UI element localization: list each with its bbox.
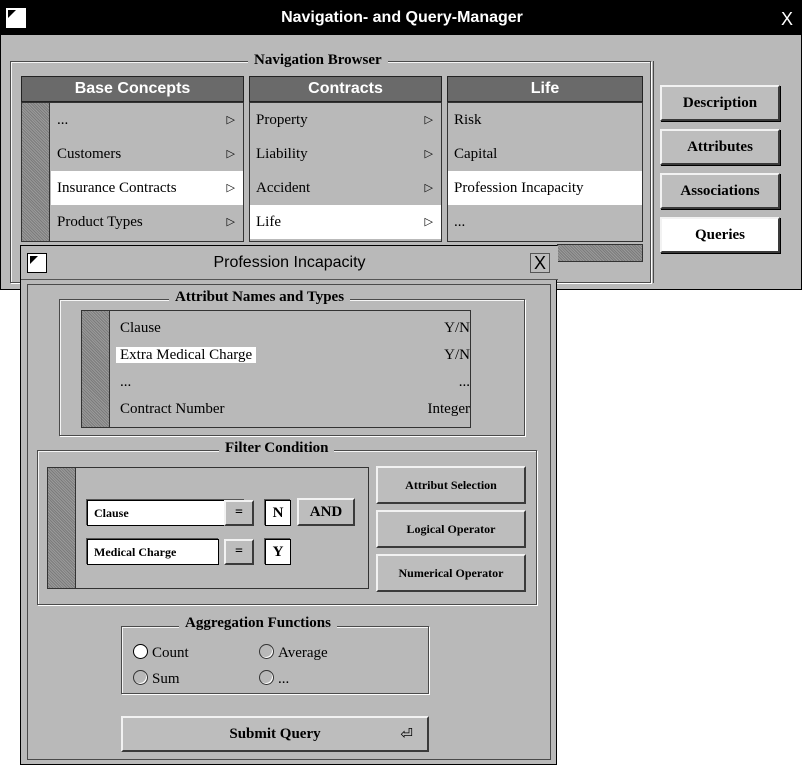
column-header-base-concepts: Base Concepts	[21, 76, 244, 102]
main-close-icon[interactable]: X	[781, 9, 799, 29]
associations-button[interactable]: Associations	[660, 173, 780, 209]
and-connector-button[interactable]: AND	[297, 498, 355, 526]
average-radio[interactable]: Average	[259, 644, 328, 662]
list-item[interactable]: Product Types ▷	[51, 205, 243, 239]
description-button[interactable]: Description	[660, 85, 780, 121]
aggregation-functions-label: Aggregation Functions	[179, 615, 337, 632]
list-item[interactable]: Property ▷	[250, 103, 441, 137]
radio-selected-icon	[133, 644, 148, 659]
window-menu-icon[interactable]	[5, 7, 27, 29]
attribute-row[interactable]: Clause Y/N	[120, 315, 470, 342]
submenu-arrow-icon: ▷	[226, 216, 235, 228]
radio-icon	[133, 670, 148, 685]
list-item-selected[interactable]: Insurance Contracts ▷	[51, 171, 243, 205]
navigation-browser-label: Navigation Browser	[248, 52, 388, 69]
submenu-arrow-icon: ▷	[424, 182, 433, 194]
condition-2-operator-button[interactable]: =	[224, 539, 254, 565]
logical-operator-button[interactable]: Logical Operator	[376, 510, 526, 548]
dialog-title: Profession Incapacity	[213, 254, 366, 271]
condition-1-value-input[interactable]: N	[265, 500, 291, 526]
list-item[interactable]: ... ▷	[51, 103, 243, 137]
contracts-list[interactable]: Property ▷ Liability ▷ Accident ▷ Life ▷	[249, 102, 442, 242]
attribute-list[interactable]: Clause Y/N Extra Medical Charge Y/N ... …	[81, 310, 471, 428]
dialog-title-bar[interactable]: Profession Incapacity	[21, 246, 558, 280]
profession-incapacity-dialog: Profession Incapacity X Attribut Names a…	[20, 245, 558, 765]
condition-2-field-input[interactable]: Medical Charge	[87, 539, 219, 565]
queries-button[interactable]: Queries	[660, 217, 780, 253]
list-item[interactable]: Accident ▷	[250, 171, 441, 205]
count-radio[interactable]: Count	[133, 644, 189, 662]
list-item[interactable]: Customers ▷	[51, 137, 243, 171]
attribute-row-selected[interactable]: Extra Medical Charge Y/N	[116, 342, 470, 369]
enter-key-icon: ⏎	[400, 725, 413, 743]
column-header-contracts: Contracts	[249, 76, 442, 102]
other-aggregation-radio[interactable]: ...	[259, 670, 289, 688]
radio-icon	[259, 644, 274, 659]
condition-1-field-input[interactable]: Clause	[87, 500, 245, 526]
dialog-close-icon[interactable]: X	[530, 253, 550, 273]
submenu-arrow-icon: ▷	[226, 114, 235, 126]
filter-scrollbar[interactable]	[48, 468, 76, 588]
attribut-selection-button[interactable]: Attribut Selection	[376, 466, 526, 504]
list-scrollbar[interactable]	[22, 103, 50, 241]
filter-expression-area	[47, 467, 369, 589]
horizontal-scrollbar[interactable]	[557, 244, 643, 262]
life-list[interactable]: Risk Capital Profession Incapacity ...	[447, 102, 643, 242]
attributes-button[interactable]: Attributes	[660, 129, 780, 165]
condition-1-operator-button[interactable]: =	[224, 500, 254, 526]
base-concepts-list[interactable]: ... ▷ Customers ▷ Insurance Contracts ▷ Pro…	[21, 102, 244, 242]
submenu-arrow-icon: ▷	[226, 148, 235, 160]
list-item[interactable]: Liability ▷	[250, 137, 441, 171]
main-window-title: Navigation- and Query-Manager	[281, 9, 523, 26]
numerical-operator-button[interactable]: Numerical Operator	[376, 554, 526, 592]
submit-query-label: Submit Query	[229, 726, 321, 742]
list-item[interactable]: Capital	[448, 137, 642, 171]
attribut-names-label: Attribut Names and Types	[169, 289, 351, 306]
submit-query-button[interactable]: Submit Query ⏎	[121, 716, 429, 752]
divider	[653, 61, 654, 283]
list-item[interactable]: ...	[448, 205, 642, 239]
column-header-life: Life	[447, 76, 643, 102]
list-item-selected[interactable]: Profession Incapacity	[448, 171, 642, 205]
submenu-arrow-icon: ▷	[424, 114, 433, 126]
submenu-arrow-icon: ▷	[226, 182, 235, 194]
filter-condition-label: Filter Condition	[219, 440, 335, 457]
attribute-row[interactable]: Contract Number Integer	[120, 396, 470, 423]
attribute-row[interactable]: ... ...	[120, 369, 470, 396]
submenu-arrow-icon: ▷	[424, 148, 433, 160]
list-scrollbar[interactable]	[82, 311, 110, 427]
list-item[interactable]: Risk	[448, 103, 642, 137]
base-concepts-items: ... ▷ Customers ▷ Insurance Contracts ▷ Pro…	[51, 103, 243, 239]
submenu-arrow-icon: ▷	[424, 216, 433, 228]
attribute-rows: Clause Y/N Extra Medical Charge Y/N ... …	[116, 315, 470, 423]
sum-radio[interactable]: Sum	[133, 670, 180, 688]
dialog-menu-icon[interactable]	[27, 253, 47, 273]
condition-2-value-input[interactable]: Y	[265, 539, 291, 565]
main-title-bar[interactable]: Navigation- and Query-Manager	[1, 1, 802, 35]
list-item-selected[interactable]: Life ▷	[250, 205, 441, 239]
radio-icon	[259, 670, 274, 685]
